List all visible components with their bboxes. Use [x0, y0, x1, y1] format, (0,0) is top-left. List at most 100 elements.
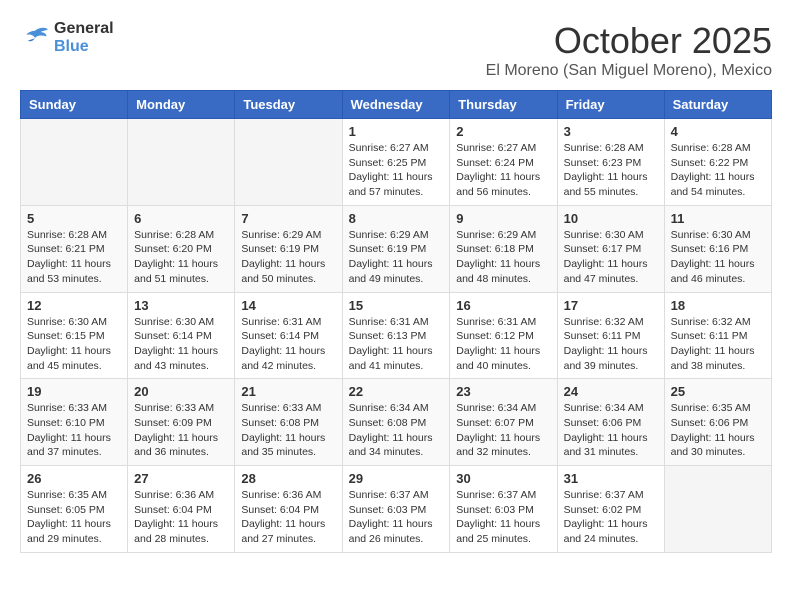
month-title: October 2025 — [486, 20, 772, 62]
day-info: Sunrise: 6:34 AM Sunset: 6:07 PM Dayligh… — [456, 401, 550, 460]
day-number: 1 — [349, 124, 444, 139]
week-row-1: 1 Sunrise: 6:27 AM Sunset: 6:25 PM Daylig… — [21, 119, 772, 206]
day-number: 16 — [456, 298, 550, 313]
table-cell: 3 Sunrise: 6:28 AM Sunset: 6:23 PM Daylig… — [557, 119, 664, 206]
day-info: Sunrise: 6:36 AM Sunset: 6:04 PM Dayligh… — [134, 488, 228, 547]
col-sunday: Sunday — [21, 91, 128, 119]
day-info: Sunrise: 6:30 AM Sunset: 6:15 PM Dayligh… — [27, 315, 121, 374]
day-number: 6 — [134, 211, 228, 226]
day-number: 5 — [27, 211, 121, 226]
day-number: 22 — [349, 384, 444, 399]
day-number: 19 — [27, 384, 121, 399]
day-info: Sunrise: 6:30 AM Sunset: 6:14 PM Dayligh… — [134, 315, 228, 374]
table-cell: 27 Sunrise: 6:36 AM Sunset: 6:04 PM Dayli… — [128, 466, 235, 553]
table-cell: 25 Sunrise: 6:35 AM Sunset: 6:06 PM Dayli… — [664, 379, 771, 466]
day-number: 15 — [349, 298, 444, 313]
table-cell — [235, 119, 342, 206]
logo-blue-text: Blue — [54, 38, 114, 56]
day-info: Sunrise: 6:30 AM Sunset: 6:17 PM Dayligh… — [564, 228, 658, 287]
col-friday: Friday — [557, 91, 664, 119]
table-cell: 5Sunrise: 6:28 AM Sunset: 6:21 PM Daylig… — [21, 205, 128, 292]
table-cell: 19 Sunrise: 6:33 AM Sunset: 6:10 PM Dayli… — [21, 379, 128, 466]
table-cell: 22Sunrise: 6:34 AM Sunset: 6:08 PM Dayli… — [342, 379, 450, 466]
table-cell: 4Sunrise: 6:28 AM Sunset: 6:22 PM Daylig… — [664, 119, 771, 206]
day-number: 17 — [564, 298, 658, 313]
day-info: Sunrise: 6:33 AM Sunset: 6:09 PM Dayligh… — [134, 401, 228, 460]
calendar-table: Sunday Monday Tuesday Wednesday Thursday… — [20, 90, 772, 553]
day-number: 10 — [564, 211, 658, 226]
table-cell: 26Sunrise: 6:35 AM Sunset: 6:05 PM Dayli… — [21, 466, 128, 553]
day-number: 29 — [349, 471, 444, 486]
day-info: Sunrise: 6:29 AM Sunset: 6:19 PM Dayligh… — [349, 228, 444, 287]
logo: General Blue — [20, 20, 114, 55]
table-cell: 13 Sunrise: 6:30 AM Sunset: 6:14 PM Dayli… — [128, 292, 235, 379]
table-cell: 20 Sunrise: 6:33 AM Sunset: 6:09 PM Dayli… — [128, 379, 235, 466]
day-info: Sunrise: 6:37 AM Sunset: 6:03 PM Dayligh… — [456, 488, 550, 547]
day-info: Sunrise: 6:32 AM Sunset: 6:11 PM Dayligh… — [564, 315, 658, 374]
logo-general-text: General — [54, 20, 114, 38]
day-info: Sunrise: 6:27 AM Sunset: 6:25 PM Dayligh… — [349, 141, 444, 200]
day-number: 2 — [456, 124, 550, 139]
location-title: El Moreno (San Miguel Moreno), Mexico — [486, 62, 772, 80]
table-cell: 14Sunrise: 6:31 AM Sunset: 6:14 PM Dayli… — [235, 292, 342, 379]
day-info: Sunrise: 6:30 AM Sunset: 6:16 PM Dayligh… — [671, 228, 765, 287]
week-row-4: 19 Sunrise: 6:33 AM Sunset: 6:10 PM Dayli… — [21, 379, 772, 466]
week-row-2: 5Sunrise: 6:28 AM Sunset: 6:21 PM Daylig… — [21, 205, 772, 292]
table-cell — [128, 119, 235, 206]
day-number: 7 — [241, 211, 335, 226]
day-number: 20 — [134, 384, 228, 399]
table-cell: 8Sunrise: 6:29 AM Sunset: 6:19 PM Daylig… — [342, 205, 450, 292]
day-info: Sunrise: 6:35 AM Sunset: 6:06 PM Dayligh… — [671, 401, 765, 460]
table-cell: 16 Sunrise: 6:31 AM Sunset: 6:12 PM Dayli… — [450, 292, 557, 379]
day-info: Sunrise: 6:29 AM Sunset: 6:18 PM Dayligh… — [456, 228, 550, 287]
table-cell: 30 Sunrise: 6:37 AM Sunset: 6:03 PM Dayli… — [450, 466, 557, 553]
day-number: 28 — [241, 471, 335, 486]
day-info: Sunrise: 6:31 AM Sunset: 6:12 PM Dayligh… — [456, 315, 550, 374]
table-cell: 18Sunrise: 6:32 AM Sunset: 6:11 PM Dayli… — [664, 292, 771, 379]
table-cell: 7 Sunrise: 6:29 AM Sunset: 6:19 PM Daylig… — [235, 205, 342, 292]
col-monday: Monday — [128, 91, 235, 119]
table-cell: 10 Sunrise: 6:30 AM Sunset: 6:17 PM Dayli… — [557, 205, 664, 292]
table-cell: 15 Sunrise: 6:31 AM Sunset: 6:13 PM Dayli… — [342, 292, 450, 379]
day-info: Sunrise: 6:31 AM Sunset: 6:13 PM Dayligh… — [349, 315, 444, 374]
table-cell: 28Sunrise: 6:36 AM Sunset: 6:04 PM Dayli… — [235, 466, 342, 553]
page-header: General Blue October 2025 El Moreno (San… — [20, 20, 772, 80]
col-wednesday: Wednesday — [342, 91, 450, 119]
day-number: 13 — [134, 298, 228, 313]
table-cell: 11 Sunrise: 6:30 AM Sunset: 6:16 PM Dayli… — [664, 205, 771, 292]
day-number: 26 — [27, 471, 121, 486]
day-info: Sunrise: 6:34 AM Sunset: 6:06 PM Dayligh… — [564, 401, 658, 460]
day-info: Sunrise: 6:33 AM Sunset: 6:08 PM Dayligh… — [241, 401, 335, 460]
day-info: Sunrise: 6:28 AM Sunset: 6:20 PM Dayligh… — [134, 228, 228, 287]
day-info: Sunrise: 6:33 AM Sunset: 6:10 PM Dayligh… — [27, 401, 121, 460]
col-tuesday: Tuesday — [235, 91, 342, 119]
table-cell: 9Sunrise: 6:29 AM Sunset: 6:18 PM Daylig… — [450, 205, 557, 292]
day-number: 12 — [27, 298, 121, 313]
day-info: Sunrise: 6:37 AM Sunset: 6:03 PM Dayligh… — [349, 488, 444, 547]
day-number: 11 — [671, 211, 765, 226]
title-section: October 2025 El Moreno (San Miguel Moren… — [486, 20, 772, 80]
day-number: 30 — [456, 471, 550, 486]
day-number: 14 — [241, 298, 335, 313]
day-info: Sunrise: 6:28 AM Sunset: 6:23 PM Dayligh… — [564, 141, 658, 200]
day-number: 25 — [671, 384, 765, 399]
day-info: Sunrise: 6:27 AM Sunset: 6:24 PM Dayligh… — [456, 141, 550, 200]
table-cell: 2 Sunrise: 6:27 AM Sunset: 6:24 PM Daylig… — [450, 119, 557, 206]
day-number: 3 — [564, 124, 658, 139]
table-cell: 23 Sunrise: 6:34 AM Sunset: 6:07 PM Dayli… — [450, 379, 557, 466]
day-number: 31 — [564, 471, 658, 486]
week-row-5: 26Sunrise: 6:35 AM Sunset: 6:05 PM Dayli… — [21, 466, 772, 553]
table-cell: 24Sunrise: 6:34 AM Sunset: 6:06 PM Dayli… — [557, 379, 664, 466]
day-number: 23 — [456, 384, 550, 399]
day-number: 18 — [671, 298, 765, 313]
day-number: 27 — [134, 471, 228, 486]
table-cell: 17 Sunrise: 6:32 AM Sunset: 6:11 PM Dayli… — [557, 292, 664, 379]
table-cell: 31Sunrise: 6:37 AM Sunset: 6:02 PM Dayli… — [557, 466, 664, 553]
table-cell — [21, 119, 128, 206]
day-number: 21 — [241, 384, 335, 399]
table-cell: 1 Sunrise: 6:27 AM Sunset: 6:25 PM Daylig… — [342, 119, 450, 206]
day-info: Sunrise: 6:29 AM Sunset: 6:19 PM Dayligh… — [241, 228, 335, 287]
table-cell: 21 Sunrise: 6:33 AM Sunset: 6:08 PM Dayli… — [235, 379, 342, 466]
col-thursday: Thursday — [450, 91, 557, 119]
logo-bird-icon — [20, 25, 50, 45]
